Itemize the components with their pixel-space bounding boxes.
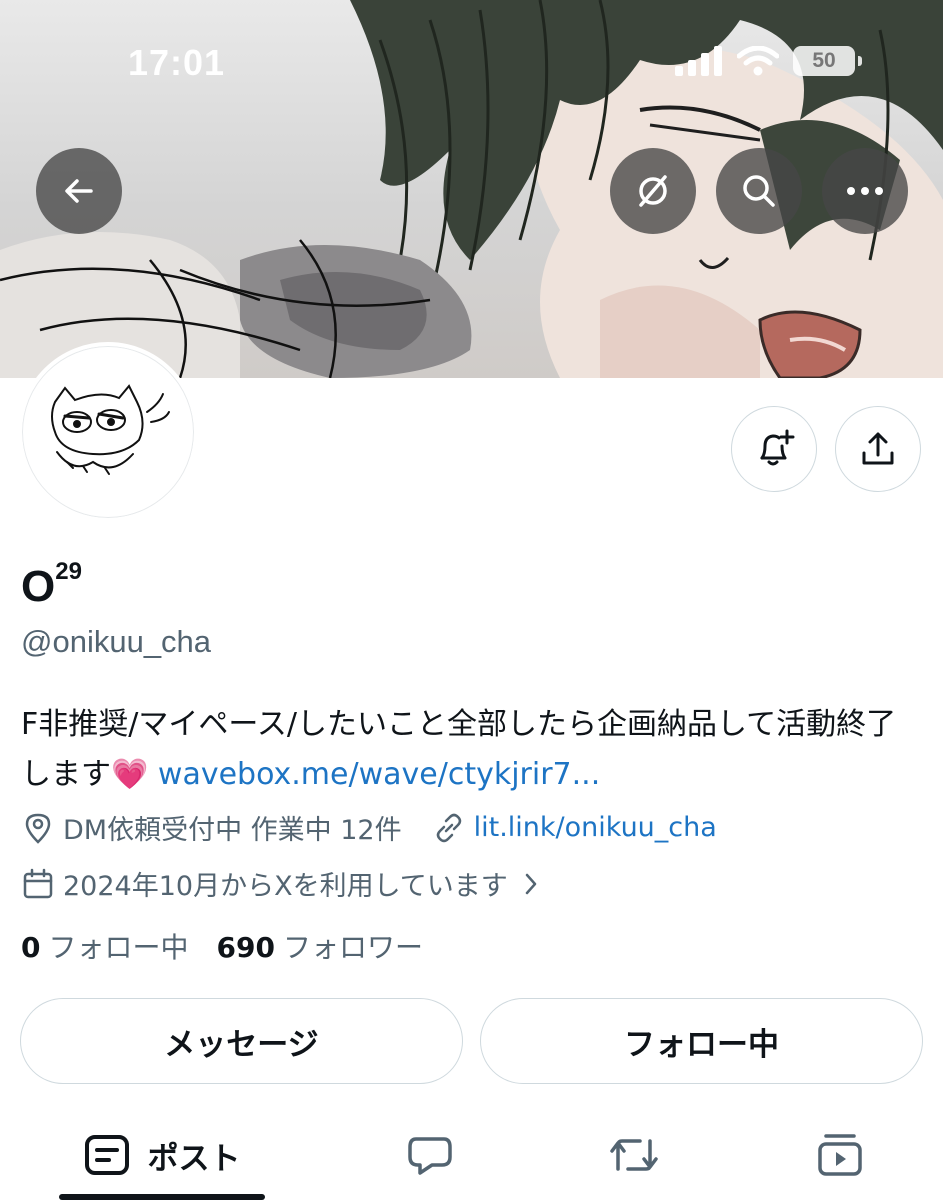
location-text: DM依頼受付中 作業中 12件 xyxy=(63,815,402,846)
notifications-button[interactable] xyxy=(731,406,817,492)
display-name-superscript: 29 xyxy=(55,558,82,586)
back-button[interactable] xyxy=(36,148,122,234)
following-label: フォロー中 xyxy=(48,931,189,964)
reply-bubble-icon xyxy=(408,1137,452,1175)
signal-icon xyxy=(675,46,722,76)
website-link[interactable]: lit.link/onikuu_cha xyxy=(474,812,717,843)
bio: F非推奨/マイペース/したいこと全部したら企画納品して活動終了します💗 wave… xyxy=(21,700,921,800)
followers-label: フォロワー xyxy=(282,931,423,964)
joined-row[interactable]: 2024年10月からXを利用しています xyxy=(21,864,540,903)
location-icon xyxy=(21,811,55,845)
following-button[interactable]: フォロー中 xyxy=(480,998,923,1084)
grok-icon xyxy=(639,175,667,207)
following-count: 0 xyxy=(21,931,41,964)
repost-icon xyxy=(610,1139,658,1171)
more-icon xyxy=(847,187,883,195)
status-time: 17:01 xyxy=(128,42,226,83)
calendar-icon xyxy=(21,867,55,901)
tab-posts-label: ポスト xyxy=(147,1140,241,1177)
battery-icon: 50 xyxy=(793,46,862,76)
active-tab-indicator xyxy=(59,1194,265,1200)
avatar-cat-drawing xyxy=(51,384,170,475)
tab-replies[interactable] xyxy=(390,1120,470,1190)
chevron-right-icon xyxy=(525,873,537,894)
followers-stat[interactable]: 690 フォロワー xyxy=(217,926,423,966)
back-arrow-icon xyxy=(65,179,93,203)
follow-stats: 0 フォロー中 690 フォロワー xyxy=(21,926,423,966)
grok-button[interactable] xyxy=(610,148,696,234)
bio-link[interactable]: wavebox.me/wave/ctykjrir7... xyxy=(158,757,600,792)
display-name-text: O xyxy=(21,562,56,611)
tab-posts[interactable]: ポスト xyxy=(59,1120,265,1190)
avatar[interactable] xyxy=(18,342,198,522)
more-button[interactable] xyxy=(822,148,908,234)
bell-plus-icon xyxy=(760,429,795,466)
share-button[interactable] xyxy=(835,406,921,492)
followers-count: 690 xyxy=(216,931,275,964)
search-button[interactable] xyxy=(716,148,802,234)
user-handle: @onikuu_cha xyxy=(21,624,212,659)
tab-reposts[interactable] xyxy=(594,1120,674,1190)
joined-text: 2024年10月からXを利用しています xyxy=(63,871,508,902)
profile-banner[interactable]: 17:01 50 xyxy=(0,0,943,378)
tab-media[interactable] xyxy=(800,1120,880,1190)
media-icon xyxy=(818,1134,862,1176)
share-icon xyxy=(862,432,894,465)
display-name: O29 xyxy=(21,558,82,612)
heart-emoji: 💗 xyxy=(111,757,149,792)
profile-meta-row: DM依頼受付中 作業中 12件 lit.link/onikuu_cha xyxy=(21,808,717,847)
link-icon xyxy=(432,811,466,845)
status-icons: 50 xyxy=(675,46,862,76)
following-stat[interactable]: 0 フォロー中 xyxy=(21,926,189,966)
message-button[interactable]: メッセージ xyxy=(20,998,463,1084)
posts-icon xyxy=(84,1135,129,1175)
search-icon xyxy=(743,175,775,207)
wifi-icon xyxy=(737,46,779,76)
